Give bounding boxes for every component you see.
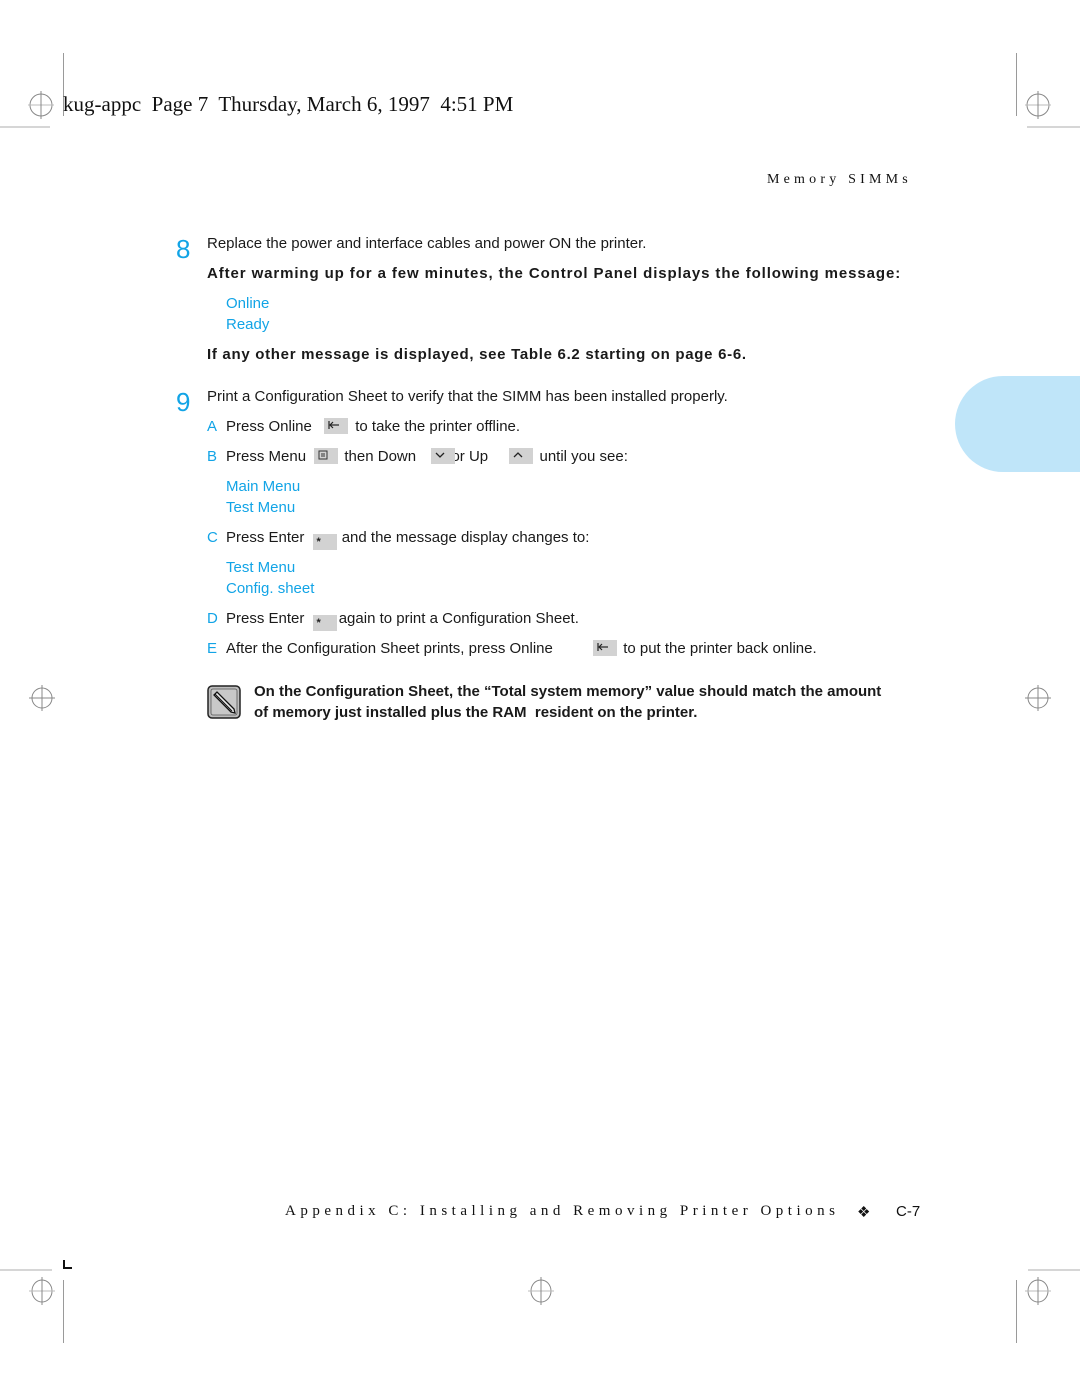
step-8-text: Replace the power and interface cables a… xyxy=(207,235,647,252)
crop-line-bottom-left xyxy=(63,1280,64,1343)
crop-line-bottom-right xyxy=(1016,1280,1017,1343)
display-message-line: Test Menu xyxy=(226,499,296,516)
substep-b-before: Press Menu xyxy=(226,448,307,465)
registration-mark-top-left-icon xyxy=(28,91,54,119)
substep-b-after: until you see: xyxy=(539,448,628,465)
substep-letter-d: D xyxy=(207,610,218,627)
substep-c-text: Press Enter * and the message display ch… xyxy=(226,529,589,550)
step-number-8: 8 xyxy=(176,234,191,264)
substep-a-text: Press Online to take the printer offline… xyxy=(226,418,520,435)
registration-mark-bottom-right-icon xyxy=(1025,1277,1051,1305)
substep-b-or-up: or Up xyxy=(451,448,489,465)
crop-line-bottom-left-h xyxy=(0,1269,52,1271)
down-key-icon xyxy=(431,448,456,464)
registration-mark-mid-right-icon xyxy=(1025,685,1051,711)
step-8-bold-intro: After warming up for a few minutes, the … xyxy=(207,265,902,282)
substep-c-after: and the message display changes to: xyxy=(341,529,590,546)
substep-d-before: Press Enter xyxy=(226,610,305,627)
note-line-2: of memory just installed plus the RAM re… xyxy=(254,704,698,721)
substep-letter-a: A xyxy=(207,418,218,435)
pencil-icon xyxy=(207,685,241,719)
substep-d-text: Press Enter * again to print a Configura… xyxy=(226,610,579,631)
enter-key-icon: * xyxy=(312,615,337,631)
footer-chapter-title: Appendix C: Installing and Removing Prin… xyxy=(285,1203,840,1219)
substep-e-text: After the Configuration Sheet prints, pr… xyxy=(226,640,817,657)
chapter-tab xyxy=(955,376,1080,472)
display-message-line: Test Menu xyxy=(226,559,296,576)
online-key-icon xyxy=(593,640,618,656)
crop-line-top-right xyxy=(1016,53,1017,116)
note-line-1: On the Configuration Sheet, the “Total s… xyxy=(254,683,882,700)
substep-a-before: Press Online xyxy=(226,418,312,435)
substep-letter-c: C xyxy=(207,529,218,546)
corner-mark xyxy=(63,1260,72,1269)
running-head: Memory SIMMs xyxy=(767,172,912,187)
online-key-icon xyxy=(324,418,349,434)
crop-line-bottom-right-h xyxy=(1028,1269,1080,1271)
menu-key-icon xyxy=(314,448,339,464)
step-8-bold-note: If any other message is displayed, see T… xyxy=(207,346,747,363)
substep-a-after: to take the printer offline. xyxy=(355,418,521,435)
step-number-9: 9 xyxy=(176,387,191,417)
crop-line-top-left-h xyxy=(0,126,50,128)
substep-b-text: Press Menu then Down or Up until you see… xyxy=(226,448,628,465)
display-message-line: Main Menu xyxy=(226,478,301,495)
step-9-text: Print a Configuration Sheet to verify th… xyxy=(207,388,728,405)
footer-separator-icon: ❖ xyxy=(857,1204,871,1221)
registration-mark-bottom-center-icon xyxy=(528,1277,554,1305)
page-slug-header: kug-appc Page 7 Thursday, March 6, 1997 … xyxy=(63,92,514,116)
substep-d-after: again to print a Configuration Sheet. xyxy=(338,610,579,627)
page-number: C-7 xyxy=(896,1203,921,1220)
registration-mark-bottom-left-icon xyxy=(29,1277,55,1305)
substep-c-before: Press Enter xyxy=(226,529,305,546)
substep-e-before: After the Configuration Sheet prints, pr… xyxy=(226,640,553,657)
substep-letter-e: E xyxy=(207,640,218,657)
display-message-line: Ready xyxy=(226,316,270,333)
display-message-line: Config. sheet xyxy=(226,580,315,597)
crop-line-top-right-h xyxy=(1027,126,1080,128)
substep-b-then-down: then Down xyxy=(344,448,417,465)
substep-letter-b: B xyxy=(207,448,218,465)
registration-mark-mid-left-icon xyxy=(29,685,55,711)
up-key-icon xyxy=(509,448,534,464)
registration-mark-top-right-icon xyxy=(1025,91,1051,119)
display-message-line: Online xyxy=(226,295,270,312)
enter-key-icon: * xyxy=(312,534,337,550)
substep-e-after: to put the printer back online. xyxy=(623,640,817,657)
